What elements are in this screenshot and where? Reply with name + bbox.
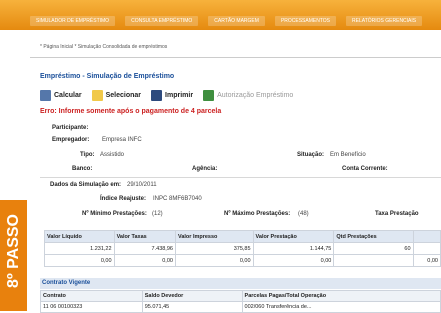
table-cell: 0,00 bbox=[252, 254, 335, 267]
divider bbox=[30, 57, 441, 58]
col-header: Saldo Devedor bbox=[141, 290, 243, 302]
conta-corrente-label: Conta Corrente: bbox=[342, 166, 388, 172]
taxa-prestacao-label: Taxa Prestação bbox=[375, 211, 419, 217]
col-header: Valor Impresso bbox=[174, 230, 254, 243]
table-row[interactable]: 0,00 0,00 0,00 0,00 0,00 bbox=[44, 254, 441, 267]
contratos-section-title: Contrato Vigente bbox=[40, 278, 441, 289]
tipo-label: Tipo: bbox=[80, 152, 95, 158]
table-cell bbox=[412, 242, 441, 255]
table-cell: 0,00 bbox=[113, 254, 176, 267]
max-prestacoes-value: (48) bbox=[298, 211, 309, 217]
step-label: 8º PASSO bbox=[5, 214, 22, 289]
data-simulacao-label: Dados da Simulação em: bbox=[50, 182, 122, 188]
table-cell: 1.231,22 bbox=[44, 242, 115, 255]
selecionar-label: Selecionar bbox=[105, 92, 142, 99]
selecionar-button[interactable]: Selecionar bbox=[91, 90, 142, 101]
error-message: Erro: Informe somente após o pagamento d… bbox=[40, 108, 222, 115]
menu-item-cartao[interactable]: CARTÃO MARGEM bbox=[208, 16, 265, 26]
calculator-icon bbox=[40, 90, 51, 101]
col-header: Valor Líquido bbox=[44, 230, 115, 243]
tipo-value: Assistido bbox=[100, 152, 125, 158]
printer-icon bbox=[151, 90, 163, 101]
page-title: Empréstimo - Simulação de Empréstimo bbox=[40, 73, 175, 80]
col-header bbox=[412, 230, 441, 243]
indice-reajuste-label: Índice Reajuste: bbox=[100, 196, 147, 202]
step-banner: 8º PASSO bbox=[0, 200, 27, 311]
table-cell: 7.438,96 bbox=[113, 242, 176, 255]
table-cell: 0,00 bbox=[44, 254, 115, 267]
toolbar: Calcular Selecionar Imprimir Autorização… bbox=[40, 90, 293, 101]
agencia-label: Agência: bbox=[192, 166, 218, 172]
autorizacao-label: Autorização Empréstimo bbox=[217, 92, 294, 99]
indice-reajuste-value: INPC 8MF6B7040 bbox=[153, 196, 202, 202]
table-row[interactable]: 1.231,22 7.438,96 375,85 1.144,75 60 bbox=[44, 242, 441, 255]
menu-item-processamentos[interactable]: PROCESSAMENTOS bbox=[274, 16, 337, 26]
empregador-label: Empregador: bbox=[52, 137, 90, 143]
min-prestacoes-label: Nº Mínimo Prestações: bbox=[82, 211, 147, 217]
table-cell: 375,85 bbox=[174, 242, 254, 255]
data-simulacao-value: 29/10/2011 bbox=[127, 182, 157, 188]
max-prestacoes-label: Nº Máximo Prestações: bbox=[224, 211, 291, 217]
table-header-row: Contrato Saldo Devedor Parcelas Pagas/To… bbox=[40, 290, 441, 302]
menu-item-simulador[interactable]: SIMULADOR DE EMPRÉSTIMO bbox=[30, 16, 116, 26]
authorization-icon bbox=[203, 90, 215, 101]
col-header: Valor Prestação bbox=[252, 230, 335, 243]
simulation-table: Valor Líquido Valor Taxas Valor Impresso… bbox=[44, 230, 441, 267]
table-cell: 1.144,75 bbox=[252, 242, 335, 255]
table-cell: 0,00 bbox=[412, 254, 441, 267]
situacao-value: Em Benefício bbox=[330, 152, 366, 158]
participante-label: Participante: bbox=[52, 125, 89, 131]
table-cell: 60 bbox=[333, 242, 414, 255]
table-cell bbox=[333, 254, 414, 267]
autorizacao-button[interactable]: Autorização Empréstimo bbox=[203, 90, 293, 101]
table-cell: 0,00 bbox=[174, 254, 254, 267]
imprimir-button[interactable]: Imprimir bbox=[151, 90, 193, 101]
menu-item-consulta[interactable]: CONSULTA EMPRÉSTIMO bbox=[125, 16, 199, 26]
banco-label: Banco: bbox=[72, 166, 93, 172]
top-navigation-bar: SIMULADOR DE EMPRÉSTIMO CONSULTA EMPRÉST… bbox=[0, 0, 441, 30]
table-header-row: Valor Líquido Valor Taxas Valor Impresso… bbox=[44, 230, 441, 243]
separator bbox=[40, 177, 441, 178]
col-header: Contrato bbox=[40, 290, 143, 302]
min-prestacoes-value: (12) bbox=[152, 211, 163, 217]
col-header: Qtd Prestações bbox=[333, 230, 414, 243]
situacao-label: Situação: bbox=[297, 152, 325, 158]
col-header: Parcelas Pagas/Total Operação bbox=[241, 290, 441, 302]
folder-icon bbox=[91, 90, 103, 101]
breadcrumb[interactable]: * Página Inicial * Simulação Consolidada… bbox=[40, 44, 167, 50]
empregador-value: Empresa INFC bbox=[102, 137, 142, 143]
main-menu: SIMULADOR DE EMPRÉSTIMO CONSULTA EMPRÉST… bbox=[30, 16, 423, 26]
imprimir-label: Imprimir bbox=[165, 92, 194, 99]
calcular-label: Calcular bbox=[54, 92, 82, 99]
calcular-button[interactable]: Calcular bbox=[40, 90, 82, 101]
contratos-table: Contrato Saldo Devedor Parcelas Pagas/To… bbox=[40, 290, 441, 313]
col-header: Valor Taxas bbox=[113, 230, 176, 243]
menu-item-relatorios[interactable]: RELATÓRIOS GERENCIAIS bbox=[346, 16, 423, 26]
